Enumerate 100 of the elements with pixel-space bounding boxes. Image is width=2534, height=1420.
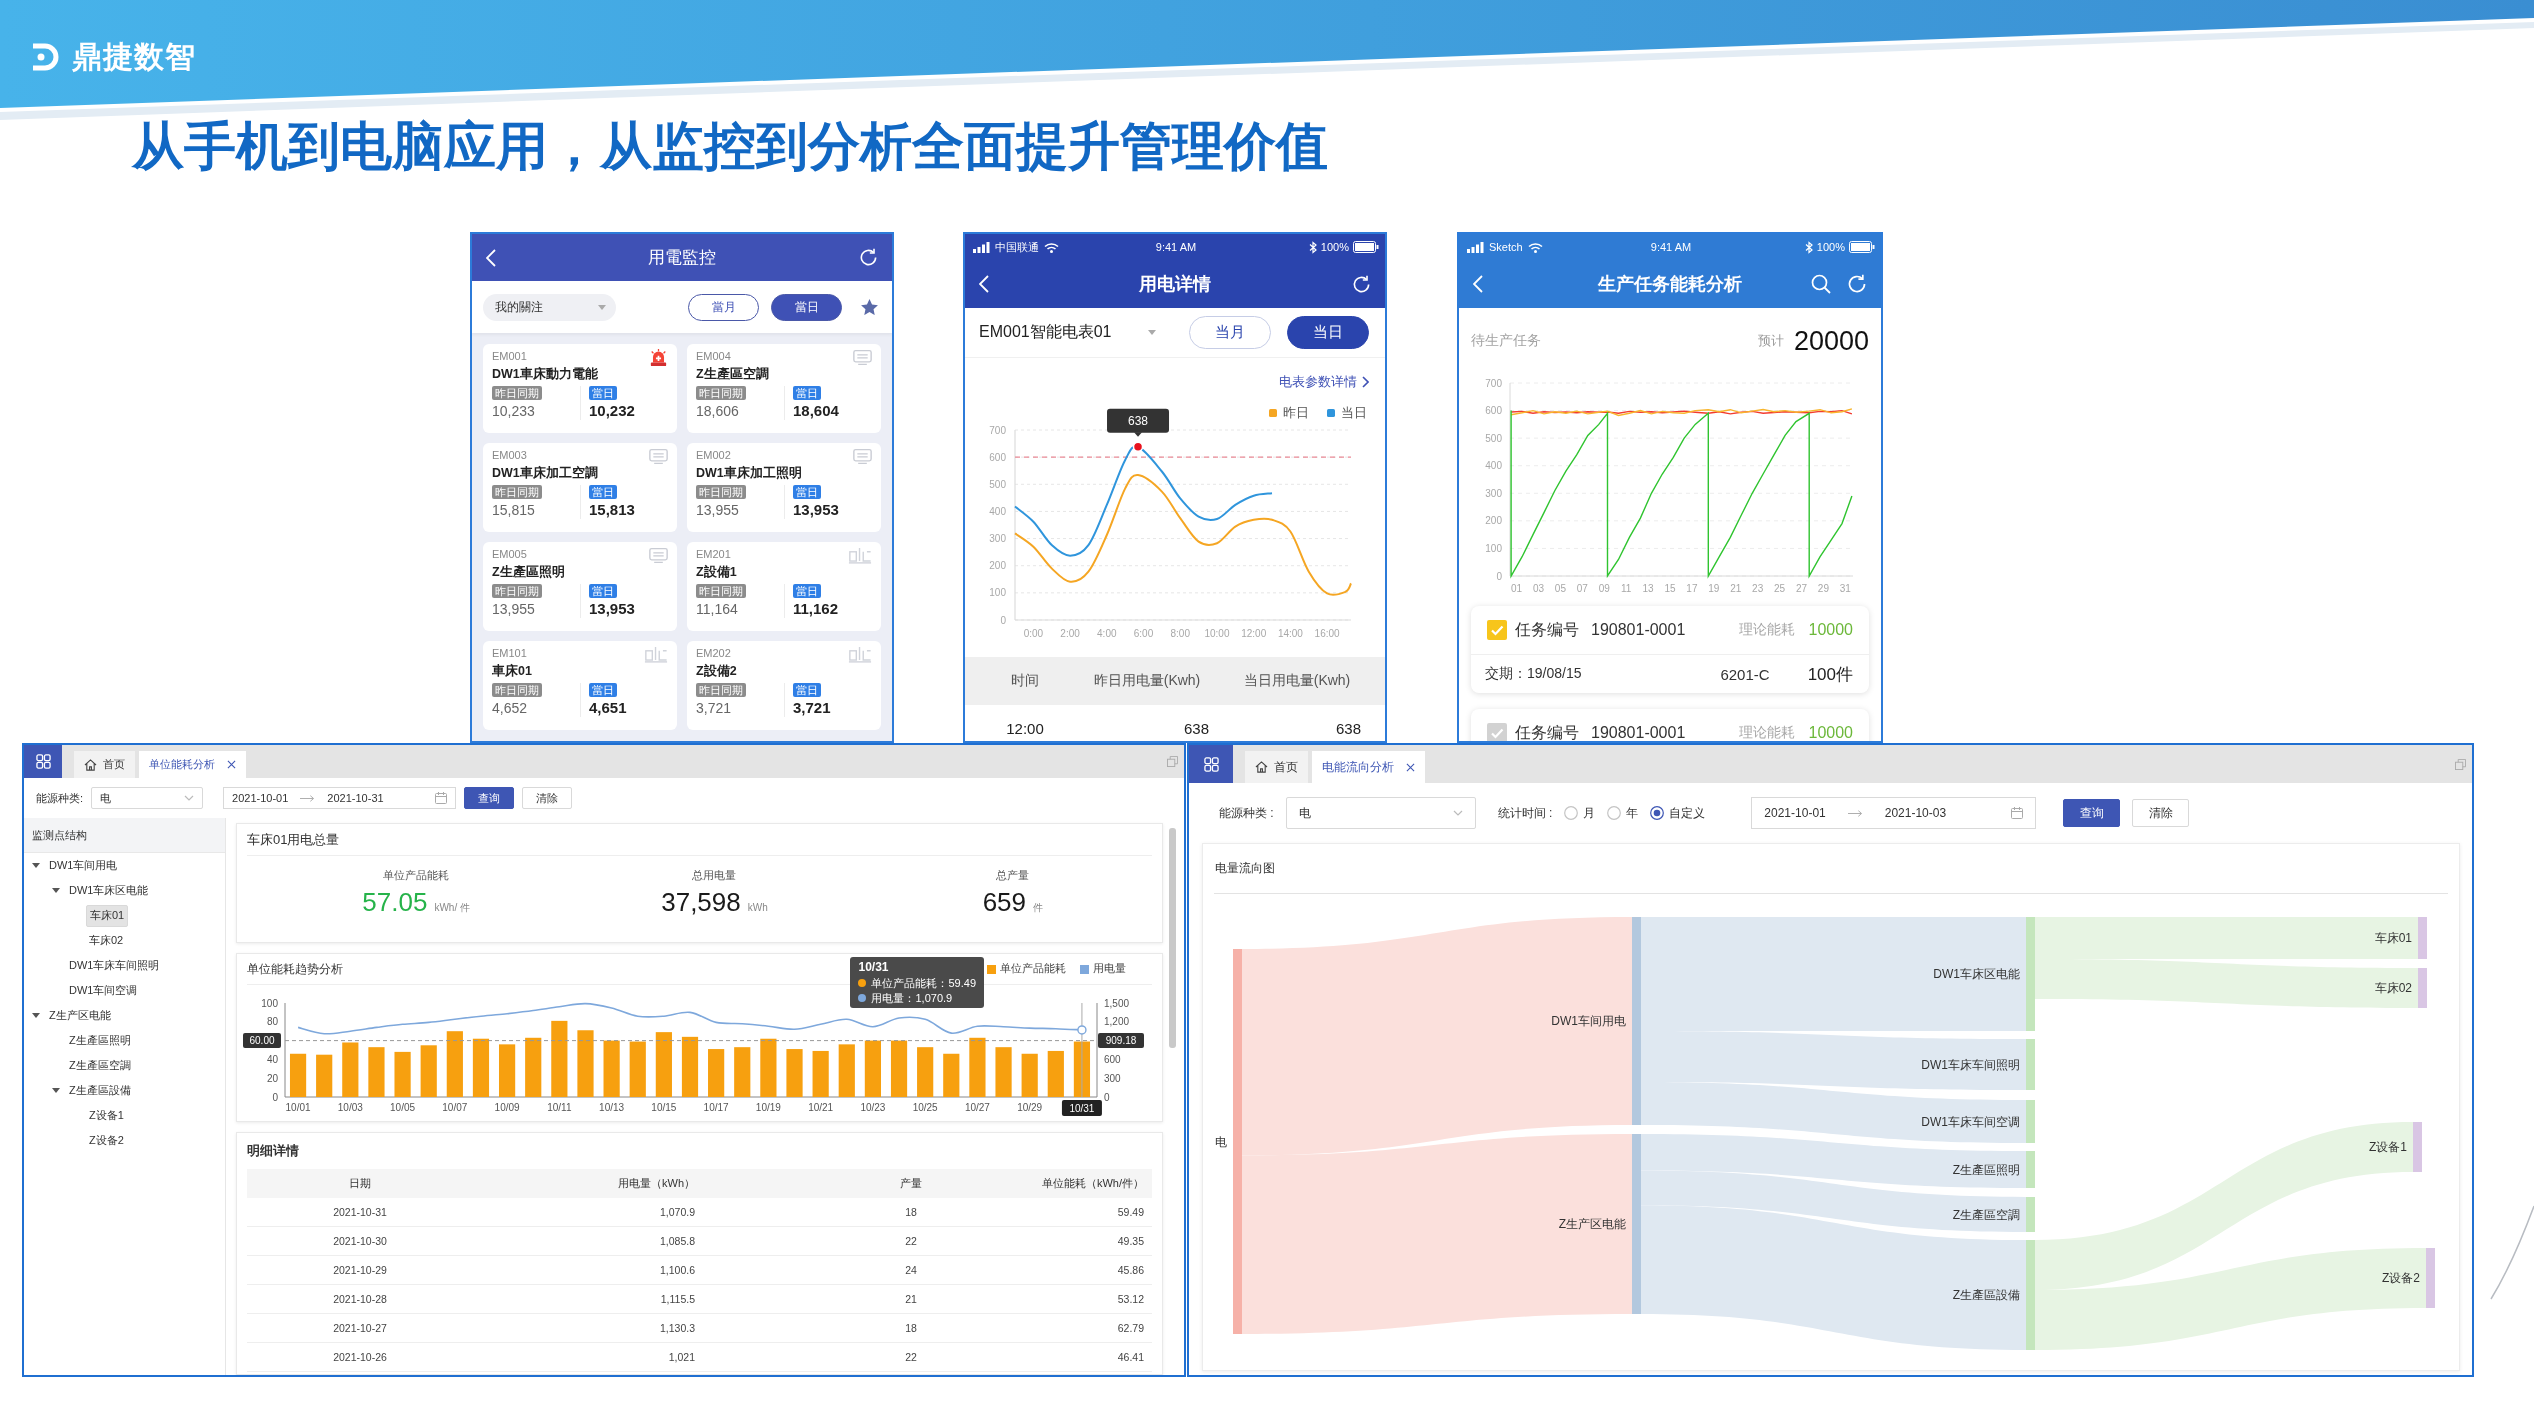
table-cell-text: 1,021 <box>667 1351 696 1363</box>
period-radio[interactable]: 月 <box>1564 804 1596 822</box>
query-button[interactable]: 查询 <box>464 787 515 809</box>
period-tab[interactable]: 當月 <box>688 293 759 321</box>
tree-item[interactable]: DW1车间用电 <box>46 856 121 875</box>
flow-node[interactable] <box>2026 1039 2035 1090</box>
date-range-field[interactable]: 2021-10-01 2021-10-03 <box>1751 797 2037 829</box>
filter-dropdown[interactable]: 我的關注 <box>483 293 616 321</box>
calendar-icon[interactable] <box>435 792 448 804</box>
refresh-icon[interactable] <box>859 248 878 267</box>
meter-card[interactable]: EM005 Z生產區照明 昨日同期 13,955 當日 13,953 <box>483 542 677 631</box>
meter-card[interactable]: EM002 DW1車床加工照明 昨日同期 13,955 當日 13,953 <box>687 443 881 532</box>
node-label: Z设备1 <box>2369 1140 2407 1154</box>
tree-item[interactable]: Z生產區設備 <box>66 1081 134 1100</box>
end-date[interactable]: 2021-10-03 <box>1884 806 1947 820</box>
close-icon[interactable] <box>227 760 236 769</box>
table-cell-text: 638 <box>1182 720 1209 737</box>
end-date[interactable]: 2021-10-31 <box>327 792 384 804</box>
tree-item[interactable]: Z生产区电能 <box>46 1006 114 1025</box>
energy-type-select[interactable]: 电 <box>1285 797 1476 829</box>
flow-node[interactable] <box>2026 1197 2035 1232</box>
app-menu-button[interactable] <box>1189 745 1233 783</box>
search-icon[interactable] <box>1811 274 1831 294</box>
legend-label[interactable]: 单位产品能耗 <box>1000 962 1066 976</box>
back-icon[interactable] <box>979 275 989 293</box>
refresh-icon[interactable] <box>1847 274 1867 294</box>
flow-node[interactable] <box>1233 949 1242 1334</box>
period-radio[interactable]: 自定义 <box>1650 804 1706 822</box>
query-button[interactable]: 查询 <box>2063 799 2121 827</box>
tree-item[interactable]: DW1车间空调 <box>66 981 141 1000</box>
meter-card[interactable]: EM003 DW1車床加工空調 昨日同期 15,815 當日 15,813 <box>483 443 677 532</box>
refresh-icon[interactable] <box>1352 274 1371 294</box>
page-tab[interactable]: 单位能耗分析 <box>139 751 246 778</box>
x-axis-label: 15 <box>1664 583 1676 594</box>
period-tab[interactable]: 当日 <box>1287 316 1369 349</box>
flow-node[interactable] <box>2418 917 2427 959</box>
task-checkbox[interactable] <box>1487 723 1507 741</box>
tree-item[interactable]: Z生產區空調 <box>66 1056 134 1075</box>
legend-label[interactable]: 用电量 <box>1093 962 1126 976</box>
tree-item[interactable]: 车床01 <box>86 904 129 927</box>
meter-details-link[interactable]: 电表参数详情 <box>1279 372 1369 392</box>
calendar-icon[interactable] <box>2011 807 2024 819</box>
restore-window-icon[interactable] <box>1167 756 1178 767</box>
flow-node[interactable] <box>2418 968 2427 1008</box>
chevron-down-icon <box>1452 810 1463 816</box>
flow-node[interactable] <box>2426 1248 2435 1308</box>
tree-item[interactable]: 车床02 <box>86 931 127 950</box>
tree-item[interactable]: Z设备1 <box>86 1106 127 1125</box>
meter-name: Z設備1 <box>696 564 738 581</box>
task-card[interactable]: 任务编号 190801-0001 理论能耗 10000 <box>1471 709 1869 741</box>
meter-name: Z生產區空調 <box>696 366 770 383</box>
start-date[interactable]: 2021-10-01 <box>1764 806 1826 820</box>
date-range-field[interactable]: 2021-10-01 2021-10-31 <box>223 787 457 809</box>
page-tab[interactable]: 电能流向分析 <box>1312 751 1425 783</box>
meter-card[interactable]: EM201 Z設備1 昨日同期 11,164 當日 11,162 <box>687 542 881 631</box>
back-icon[interactable] <box>486 248 496 267</box>
bar <box>734 1047 751 1097</box>
current-value: 15,813 <box>589 501 635 519</box>
energy-type-select[interactable]: 电 <box>91 787 204 809</box>
home-icon <box>84 758 97 771</box>
expand-caret-icon[interactable] <box>52 888 60 893</box>
flow-node[interactable] <box>2026 917 2035 1031</box>
flow-node[interactable] <box>1632 917 1641 1125</box>
page-tab[interactable]: 首页 <box>1245 751 1308 783</box>
back-icon[interactable] <box>1473 275 1483 293</box>
tree-item[interactable]: Z设备2 <box>86 1131 127 1150</box>
flow-node[interactable] <box>2026 1240 2035 1350</box>
flow-node[interactable] <box>1632 1134 1641 1314</box>
brand-name: 鼎捷数智 <box>72 40 196 74</box>
star-icon[interactable] <box>861 299 878 315</box>
expand-caret-icon[interactable] <box>32 1013 40 1018</box>
expand-caret-icon[interactable] <box>32 863 40 868</box>
scrollbar-thumb[interactable] <box>1169 828 1176 1048</box>
tree-item[interactable]: DW1车床车间照明 <box>66 956 163 975</box>
flow-node[interactable] <box>2026 1100 2035 1143</box>
close-icon[interactable] <box>1406 762 1415 772</box>
meter-card[interactable]: EM202 Z設備2 昨日同期 3,721 當日 3,721 <box>687 641 881 730</box>
expand-caret-icon[interactable] <box>52 1088 60 1093</box>
restore-window-icon[interactable] <box>2455 758 2466 770</box>
stat-label: 总产量 <box>996 868 1030 883</box>
meter-card[interactable]: EM004 Z生產區空調 昨日同期 18,606 當日 18,604 <box>687 344 881 433</box>
page-tab[interactable]: 首页 <box>74 751 135 778</box>
meter-dropdown[interactable]: EM001智能电表01 <box>979 322 1156 343</box>
tree-item[interactable]: DW1车床区电能 <box>66 881 152 900</box>
start-date[interactable]: 2021-10-01 <box>232 792 289 804</box>
x-axis-label: 10/19 <box>755 1102 781 1113</box>
clear-button[interactable]: 清除 <box>2132 799 2190 827</box>
clear-button[interactable]: 清除 <box>522 787 573 809</box>
meter-card[interactable]: EM001 DW1車床動力電能 昨日同期 10,233 當日 10,232 <box>483 344 677 433</box>
flow-node[interactable] <box>2026 1151 2035 1188</box>
task-checkbox[interactable] <box>1487 620 1507 640</box>
app-menu-button[interactable] <box>24 745 62 778</box>
flow-node[interactable] <box>2413 1122 2422 1172</box>
period-tab[interactable]: 當日 <box>771 293 842 321</box>
meter-card[interactable]: EM101 車床01 昨日同期 4,652 當日 4,651 <box>483 641 677 730</box>
period-radio[interactable]: 年 <box>1607 804 1639 822</box>
bar <box>890 1040 908 1097</box>
tree-item[interactable]: Z生產區照明 <box>66 1031 134 1050</box>
period-tab[interactable]: 当月 <box>1189 316 1271 349</box>
task-card[interactable]: 任务编号 190801-0001 理论能耗 10000 交期：19/08/15 6201-C 100件 <box>1471 606 1869 693</box>
